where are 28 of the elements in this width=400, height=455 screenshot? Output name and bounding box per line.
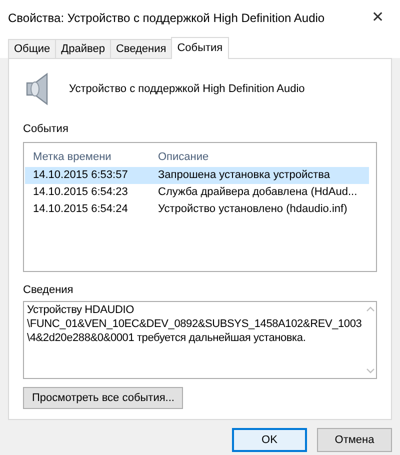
tab[interactable]: Общие	[8, 39, 56, 58]
window-title: Свойства: Устройство с поддержкой High Definition Audio	[8, 10, 325, 27]
scroll-up-icon[interactable]	[366, 306, 375, 312]
tab[interactable]: Сведения	[110, 39, 172, 58]
column-header[interactable]: Метка времени	[25, 149, 155, 166]
device-name: Устройство с поддержкой High Definition Audio	[69, 82, 305, 97]
time-cell-text: 14.10.2015 6:53:57	[32, 168, 129, 183]
tab[interactable]: Драйвер	[55, 39, 110, 58]
event-row[interactable]: 14.10.2015 6:53:57 Запрошена установка устройства	[25, 166, 369, 184]
view-all-events-button[interactable]: Просмотреть все события...	[23, 387, 184, 409]
event-row[interactable]: 14.10.2015 6:54:23 Служба драйвера добавлена (HdAud...	[25, 184, 369, 200]
description-cell-text: Устройство установлено (hdaudio.inf)	[157, 202, 348, 217]
events-list[interactable]: Метка времени Описание 14.10.2015 6:53:57 Запрошена установка устройства 14.10.2015 6:54:23 Служба драйвера добавлена (HdAud... 14.10.2015 6:54:24 Устройство установлено (hdaudio.inf)	[23, 142, 377, 272]
details-text: Устройству HDAUDIO \FUNC_01&VEN_10EC&DEV_0892&SUBSYS_1458A102&REV_1003 \4&2d20e288&0&0001 требуется дальнейшая установка.	[26, 303, 363, 346]
dialog-button[interactable]: OK	[232, 428, 307, 452]
section-label: Сведения	[23, 282, 74, 298]
description-cell-text: Служба драйвера добавлена (HdAud...	[157, 184, 358, 200]
details-box[interactable]: Устройству HDAUDIO \FUNC_01&VEN_10EC&DEV_0892&SUBSYS_1458A102&REV_1003 \4&2d20e288&0&0001 требуется дальнейшая установка.	[23, 301, 377, 379]
event-row[interactable]: 14.10.2015 6:54:24 Устройство установлено (hdaudio.inf)	[25, 200, 369, 218]
close-button[interactable]: ✕	[364, 6, 392, 30]
time-cell-text: 14.10.2015 6:54:23	[32, 184, 129, 200]
tab[interactable]: События	[171, 37, 229, 59]
scroll-down-icon[interactable]	[366, 368, 375, 374]
dialog-button[interactable]: Отмена	[317, 428, 392, 452]
column-header[interactable]: Описание	[155, 149, 209, 166]
description-cell-text: Запрошена установка устройства	[157, 168, 330, 183]
section-label: События	[23, 122, 70, 137]
time-cell-text: 14.10.2015 6:54:24	[32, 202, 129, 217]
